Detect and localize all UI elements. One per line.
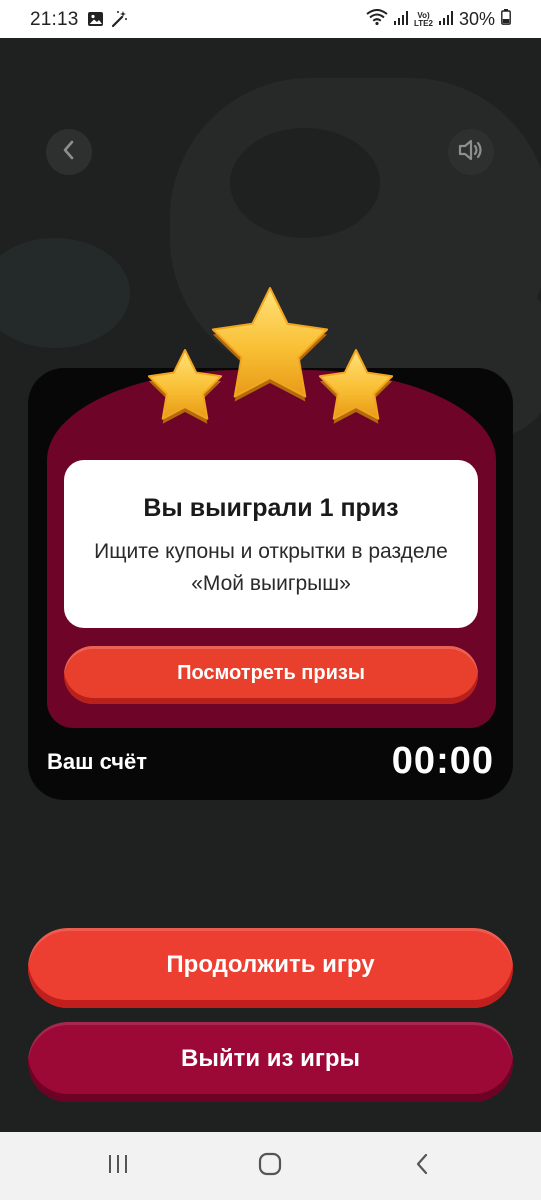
exit-game-button[interactable]: Выйти из игры	[28, 1022, 513, 1102]
continue-game-button[interactable]: Продолжить игру	[28, 928, 513, 1008]
signal-icon	[438, 9, 453, 30]
recent-apps-button[interactable]	[73, 1132, 163, 1200]
sound-button[interactable]	[448, 129, 494, 175]
signal-icon	[394, 9, 408, 30]
score-value: 00:00	[391, 740, 494, 782]
status-bar: 21:13 Vo) LTE2 30%	[0, 0, 541, 38]
home-icon	[257, 1151, 283, 1182]
wifi-icon	[366, 9, 388, 30]
background-decoration	[230, 128, 380, 238]
battery-icon	[501, 9, 511, 30]
home-button[interactable]	[225, 1132, 315, 1200]
result-message-box: Вы выиграли 1 приз Ищите купоны и открыт…	[64, 460, 478, 628]
back-button[interactable]	[46, 129, 92, 175]
result-title: Вы выиграли 1 приз	[143, 494, 399, 522]
status-left-icons	[87, 10, 128, 33]
back-icon	[414, 1152, 430, 1181]
battery-percent: 30%	[458, 9, 495, 29]
status-right-icons: Vo) LTE2 30%	[366, 9, 511, 30]
carrier-badge: Vo) LTE2	[414, 10, 433, 28]
image-icon	[87, 11, 104, 32]
view-prizes-button[interactable]: Посмотреть призы	[64, 646, 478, 704]
navigation-bar	[0, 1132, 541, 1200]
magic-wand-icon	[110, 10, 128, 33]
status-time: 21:13	[30, 9, 79, 30]
speaker-icon	[457, 138, 485, 167]
score-label: Ваш счёт	[47, 749, 148, 774]
result-text: Ищите купоны и открытки в разделе «Мой в…	[94, 540, 448, 595]
stars-rating	[148, 287, 393, 424]
recent-apps-icon	[106, 1153, 130, 1180]
nav-back-button[interactable]	[377, 1132, 467, 1200]
background-decoration	[0, 238, 130, 348]
chevron-left-icon	[61, 140, 77, 165]
